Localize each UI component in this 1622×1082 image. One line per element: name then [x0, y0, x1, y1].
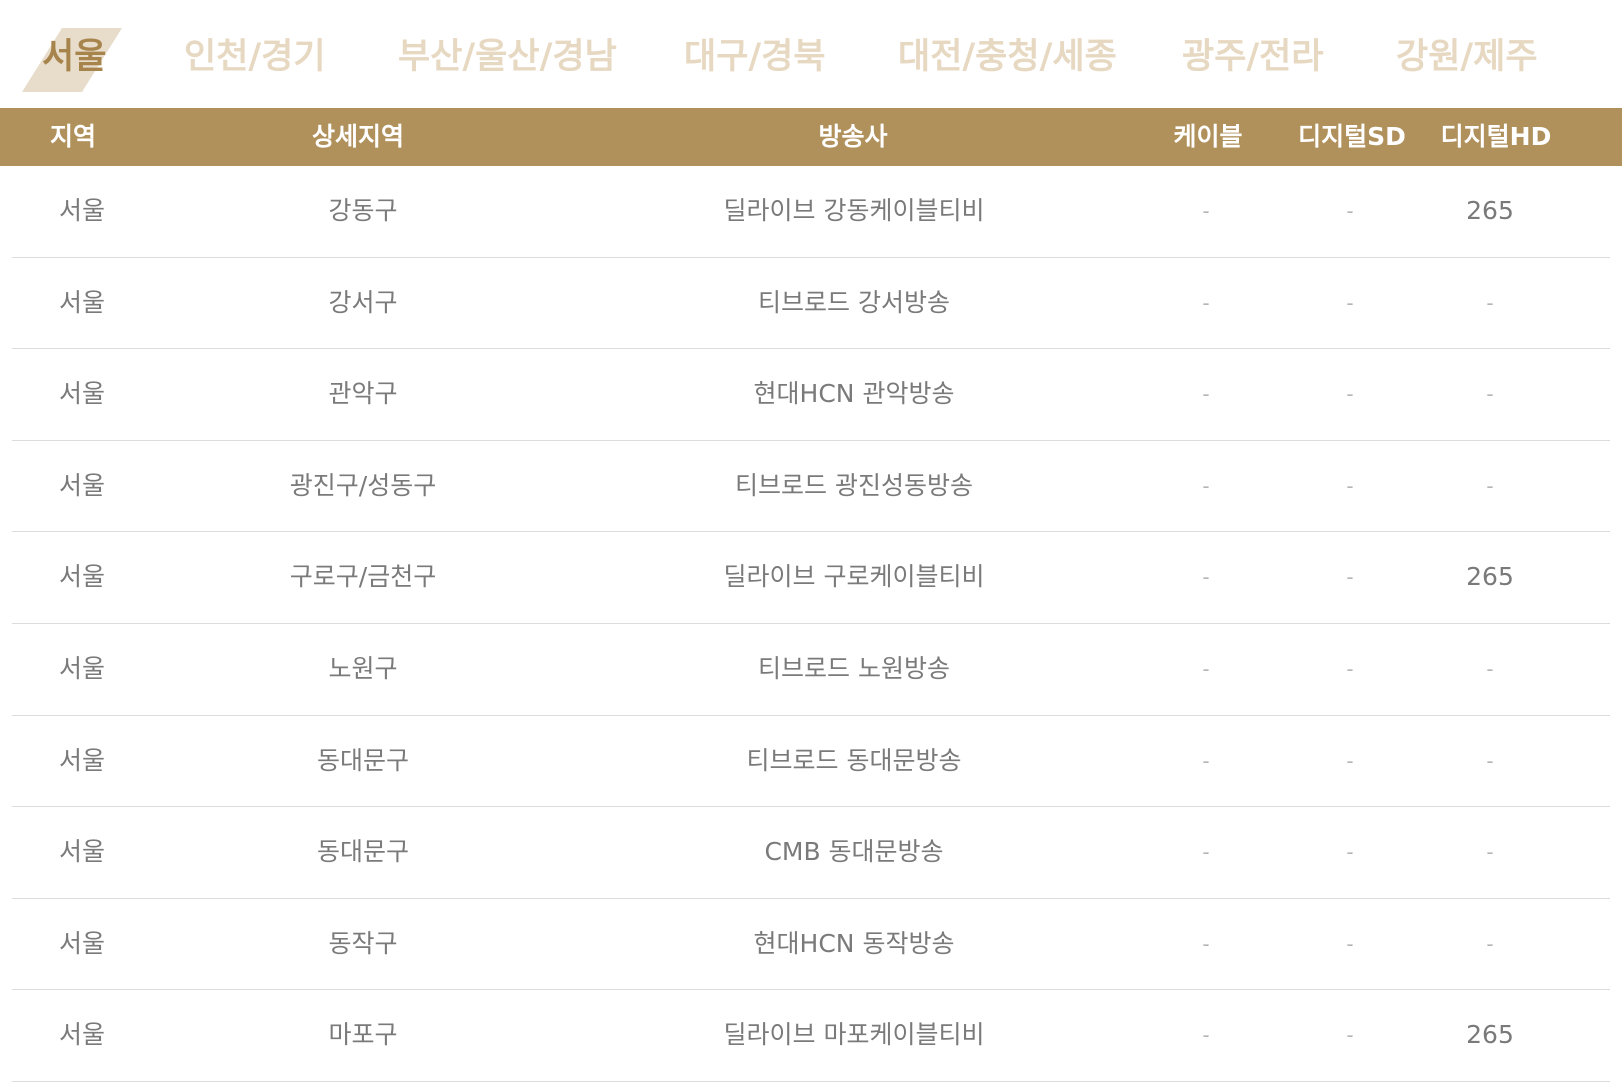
header-region: 지역 [49, 122, 97, 151]
cell-broadcaster: 현대HCN 관악방송 [753, 379, 955, 409]
cell-cable: - [1202, 656, 1210, 681]
header-detail-region: 상세지역 [311, 122, 405, 151]
cell-detail-region: 동대문구 [316, 837, 410, 867]
cell-region: 서울 [58, 745, 106, 775]
cell-digital-sd: - [1346, 199, 1354, 223]
cell-region: 서울 [58, 470, 106, 500]
cell-detail-region: 관악구 [328, 379, 398, 409]
header-digital-hd: 디지털HD [1440, 122, 1552, 151]
cell-digital-hd: - [1486, 382, 1494, 407]
tab-daegu-gyeongbuk[interactable]: 대구/경북 [684, 34, 826, 80]
cell-digital-hd: - [1486, 748, 1494, 773]
tab-gwangju-jeolla[interactable]: 광주/전라 [1182, 34, 1324, 80]
cell-digital-sd: - [1346, 656, 1354, 681]
cell-broadcaster: 딜라이브 마포케이블티비 [723, 1020, 985, 1050]
cell-detail-region: 동대문구 [316, 745, 410, 775]
cell-broadcaster: CMB 동대문방송 [764, 837, 944, 867]
table-row: 서울 동대문구 CMB 동대문방송 - - - [0, 807, 1622, 899]
cell-region: 서울 [58, 653, 106, 683]
cell-cable: - [1202, 931, 1210, 956]
cell-digital-sd: - [1346, 931, 1354, 956]
table-row: 서울 동대문구 티브로드 동대문방송 - - - [0, 716, 1622, 808]
cell-cable: - [1202, 199, 1210, 223]
cell-detail-region: 강동구 [328, 196, 398, 225]
cell-region: 서울 [58, 1020, 106, 1050]
header-digital-sd: 디지털SD [1298, 122, 1406, 151]
cell-cable: - [1202, 1023, 1210, 1048]
cell-digital-sd: - [1346, 290, 1354, 315]
tab-daejeon-chungcheong-sejong[interactable]: 대전/충청/세종 [898, 34, 1117, 80]
cell-digital-hd: - [1486, 931, 1494, 956]
cell-broadcaster: 티브로드 동대문방송 [746, 745, 962, 775]
table-row: 서울 마포구 딜라이브 마포케이블티비 - - 265 [0, 990, 1622, 1082]
cell-region: 서울 [58, 287, 106, 317]
table-row: 서울 강서구 티브로드 강서방송 - - - [0, 258, 1622, 350]
table-body: 서울 강동구 딜라이브 강동케이블티비 - -265 서울 강서구 티브로드 강서방송 - - - 서… [0, 166, 1622, 1082]
cell-cable: - [1202, 382, 1210, 407]
cell-digital-hd: - [1486, 840, 1494, 865]
cell-detail-region: 광진구/성동구 [289, 470, 437, 500]
cell-region: 서울 [58, 837, 106, 867]
cell-region: 서울 [58, 562, 106, 592]
cell-cable: - [1202, 840, 1210, 865]
table-row: 서울 노원구 티브로드 노원방송 - - - [0, 624, 1622, 716]
cell-cable: - [1202, 748, 1210, 773]
header-broadcaster: 방송사 [818, 122, 888, 151]
cell-cable: - [1202, 290, 1210, 315]
table-row: 서울 동작구 현대HCN 동작방송 - - - [0, 899, 1622, 991]
table-row: 서울 강동구 딜라이브 강동케이블티비 - - 265 [0, 166, 1622, 258]
tab-busan-ulsan-gyeongnam[interactable]: 부산/울산/경남 [398, 34, 617, 80]
cell-digital-hd: 265 [1466, 1020, 1514, 1050]
cell-broadcaster: 딜라이브 강동케이블티비 [723, 196, 985, 225]
table-row: 서울 구로구/금천구 딜라이브 구로케이블티비 - - 265 [0, 532, 1622, 624]
cell-region: 서울 [58, 196, 106, 225]
cell-broadcaster: 딜라이브 구로케이블티비 [723, 562, 985, 592]
cell-cable: - [1202, 565, 1210, 590]
table-row: 서울 관악구 현대HCN 관악방송 - - - [0, 349, 1622, 441]
cell-digital-sd: - [1346, 382, 1354, 407]
cell-digital-sd: - [1346, 748, 1354, 773]
cell-broadcaster: 현대HCN 동작방송 [753, 928, 955, 958]
cell-digital-hd: 265 [1466, 196, 1514, 225]
cell-digital-hd: - [1486, 290, 1494, 315]
header-cable: 케이블 [1173, 122, 1243, 151]
cell-detail-region: 마포구 [328, 1020, 398, 1050]
cell-detail-region: 강서구 [328, 287, 398, 317]
tab-seoul[interactable]: 서울 [42, 34, 106, 80]
table-row: 서울 광진구/성동구 티브로드 광진성동방송 - - - [0, 441, 1622, 533]
tab-incheon-gyeonggi[interactable]: 인천/경기 [184, 34, 326, 80]
cell-detail-region: 구로구/금천구 [289, 562, 437, 592]
region-tabs: 서울 인천/경기 부산/울산/경남 대구/경북 대전/충청/세종 광주/전라 강… [0, 0, 1622, 108]
cell-digital-sd: - [1346, 565, 1354, 590]
cell-digital-sd: - [1346, 1023, 1354, 1048]
cell-cable: - [1202, 473, 1210, 498]
tab-gangwon-jeju[interactable]: 강원/제주 [1396, 34, 1538, 80]
cell-broadcaster: 티브로드 노원방송 [758, 653, 950, 683]
cell-broadcaster: 티브로드 광진성동방송 [735, 470, 973, 500]
cell-detail-region: 동작구 [328, 928, 398, 958]
cell-region: 서울 [58, 379, 106, 409]
cell-detail-region: 노원구 [328, 653, 398, 683]
cell-digital-hd: - [1486, 473, 1494, 498]
cell-digital-sd: - [1346, 840, 1354, 865]
cell-region: 서울 [58, 928, 106, 958]
cell-digital-hd: - [1486, 656, 1494, 681]
cell-digital-hd: 265 [1466, 562, 1514, 592]
cell-digital-sd: - [1346, 473, 1354, 498]
table-header: 지역 상세지역 방송사 케이블 디지털SD 디지털HD [0, 108, 1622, 166]
cell-broadcaster: 티브로드 강서방송 [758, 287, 950, 317]
